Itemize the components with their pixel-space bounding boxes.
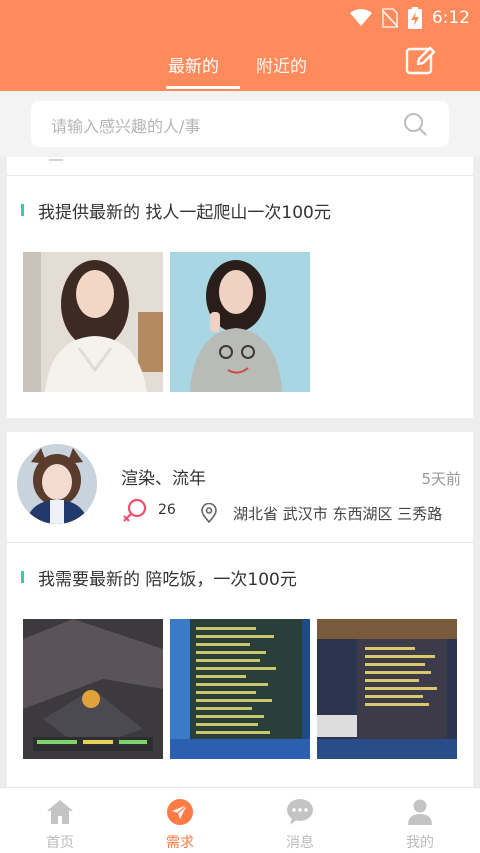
tab-active-indicator: [166, 86, 240, 89]
battery-charging-icon: [407, 7, 422, 29]
nav-profile-label: 我的: [406, 835, 434, 851]
chat-icon: [287, 799, 313, 825]
requirement-row: 我提供最新的 找人一起爬山一次100元: [21, 198, 331, 223]
status-bar: 6:12: [349, 6, 470, 30]
nav-demand-label: 需求: [166, 835, 194, 851]
location-text: 湖北省 武汉市 东西湖区 三秀路: [233, 505, 443, 523]
search-bar: 请输入感兴趣的人/事: [0, 91, 480, 157]
status-time: 6:12: [431, 8, 470, 28]
requirement-text: 我需要最新的 陪吃饭，一次100元: [38, 569, 297, 590]
female-icon: [123, 498, 147, 522]
nav-messages-label: 消息: [286, 835, 314, 851]
nav-profile[interactable]: 我的: [360, 788, 480, 853]
post-time: 5天前: [421, 470, 461, 488]
nav-demand[interactable]: 需求: [120, 788, 240, 853]
post-photo[interactable]: [23, 252, 163, 392]
avatar[interactable]: [17, 444, 97, 524]
username[interactable]: 渲染、流年: [121, 464, 206, 489]
search-placeholder: 请输入感兴趣的人/事: [51, 117, 201, 136]
divider: [7, 542, 473, 543]
post-photo[interactable]: [317, 619, 457, 759]
post-card[interactable]: 渲染、流年 5天前 26 湖北省 武汉市 东西湖区 三秀路 我需要最新的 陪吃饭…: [7, 432, 473, 792]
accent-bar: [21, 571, 24, 583]
search-icon[interactable]: [403, 112, 427, 136]
app-header: 6:12 最新的 附近的: [0, 0, 480, 91]
post-card[interactable]: 我提供最新的 找人一起爬山一次100元: [7, 157, 473, 418]
send-icon: [167, 799, 193, 825]
compose-icon[interactable]: [404, 44, 436, 76]
post-photo[interactable]: [170, 252, 310, 392]
search-input[interactable]: 请输入感兴趣的人/事: [31, 101, 449, 147]
post-photo[interactable]: [170, 619, 310, 759]
tab-nearby[interactable]: 附近的: [256, 52, 307, 77]
home-icon: [47, 800, 73, 824]
requirement-row: 我需要最新的 陪吃饭，一次100元: [21, 565, 297, 590]
nav-messages[interactable]: 消息: [240, 788, 360, 853]
nav-home[interactable]: 首页: [0, 788, 120, 853]
post-photo[interactable]: [23, 619, 163, 759]
location-pin-icon: [201, 503, 217, 523]
bottom-nav: 首页 需求 消息 我的: [0, 787, 480, 853]
requirement-text: 我提供最新的 找人一起爬山一次100元: [38, 202, 331, 223]
nav-home-label: 首页: [46, 835, 74, 851]
wifi-icon: [349, 9, 372, 26]
no-sim-icon: [381, 8, 398, 28]
scrolled-off-icon: [49, 157, 63, 161]
tab-latest[interactable]: 最新的: [168, 52, 219, 77]
user-icon: [408, 799, 432, 825]
accent-bar: [21, 204, 24, 216]
user-age: 26: [158, 502, 176, 518]
divider: [7, 175, 473, 176]
